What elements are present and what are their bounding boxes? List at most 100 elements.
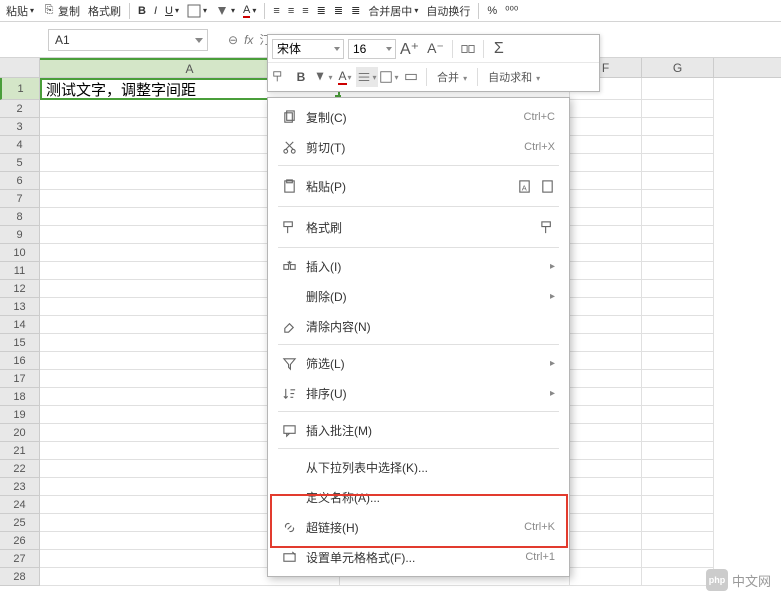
row-header[interactable]: 1 <box>0 78 40 100</box>
font-size-select[interactable]: 16 <box>348 39 396 59</box>
row-header[interactable]: 27 <box>0 550 40 568</box>
watermark: php 中文网 <box>706 569 771 591</box>
underline-button[interactable]: U▾ <box>163 5 181 17</box>
row-header[interactable]: 16 <box>0 352 40 370</box>
font-color-button[interactable]: A▾ <box>241 4 258 18</box>
row-headers: 1 2 3 4 5 6 7 8 9 10 11 12 13 14 15 16 1… <box>0 78 40 586</box>
scissors-icon <box>278 140 300 155</box>
menu-insert-comment[interactable]: 插入批注(M) <box>268 415 569 445</box>
border-mini-button[interactable] <box>378 67 400 87</box>
divider <box>477 68 478 86</box>
format-painter-mini-button[interactable] <box>268 67 290 87</box>
row-header[interactable]: 28 <box>0 568 40 586</box>
row-header[interactable]: 13 <box>0 298 40 316</box>
row-header[interactable]: 24 <box>0 496 40 514</box>
menu-label: 格式刷 <box>306 219 540 236</box>
mini-format-toolbar: 宋体 16 A⁺ A⁻ Σ B A <box>267 34 600 92</box>
cell-reference-box[interactable]: A1 <box>48 29 208 51</box>
row-header[interactable]: 2 <box>0 100 40 118</box>
align-left-button[interactable]: ≡ <box>271 5 281 17</box>
format-painter-option[interactable] <box>540 220 555 235</box>
row-header[interactable]: 22 <box>0 460 40 478</box>
merge-icon[interactable] <box>457 39 479 59</box>
row-header[interactable]: 8 <box>0 208 40 226</box>
format-painter-button[interactable]: 格式刷 <box>86 3 123 19</box>
menu-copy[interactable]: 复制(C) Ctrl+C <box>268 102 569 132</box>
fill-color-mini-button[interactable] <box>312 67 334 87</box>
menu-paste[interactable]: 粘贴(P) A <box>268 169 569 203</box>
comment-icon <box>278 423 300 438</box>
percent-button[interactable]: % <box>485 5 499 17</box>
row-header[interactable]: 14 <box>0 316 40 334</box>
font-color-mini-button[interactable]: A <box>334 67 356 87</box>
fx-icon[interactable]: fx <box>244 33 253 47</box>
menu-insert[interactable]: 插入(I) ▸ <box>268 251 569 281</box>
menu-pick-from-list[interactable]: 从下拉列表中选择(K)... <box>268 452 569 482</box>
align-mini-button[interactable] <box>356 67 378 87</box>
align-right-button[interactable]: ≡ <box>300 5 310 17</box>
column-header-g[interactable]: G <box>642 58 714 77</box>
row-header[interactable]: 17 <box>0 370 40 388</box>
row-header[interactable]: 6 <box>0 172 40 190</box>
menu-clear[interactable]: 清除内容(N) <box>268 311 569 341</box>
menu-label: 排序(U) <box>306 385 550 402</box>
row-header[interactable]: 10 <box>0 244 40 262</box>
select-all-corner[interactable] <box>0 58 40 77</box>
row-header[interactable]: 26 <box>0 532 40 550</box>
menu-cut[interactable]: 剪切(T) Ctrl+X <box>268 132 569 162</box>
menu-shortcut: Ctrl+C <box>524 111 555 123</box>
row-header[interactable]: 21 <box>0 442 40 460</box>
align-top-button[interactable]: ≣ <box>315 4 328 17</box>
menu-delete[interactable]: 删除(D) ▸ <box>268 281 569 311</box>
bold-mini-button[interactable]: B <box>290 67 312 87</box>
bold-button[interactable]: B <box>136 5 148 17</box>
menu-define-name[interactable]: 定义名称(A)... <box>268 482 569 512</box>
paste-label: 粘贴 <box>6 3 28 19</box>
font-name-select[interactable]: 宋体 <box>272 39 344 59</box>
copy-icon <box>278 110 300 125</box>
menu-sort[interactable]: 排序(U) ▸ <box>268 378 569 408</box>
row-header[interactable]: 12 <box>0 280 40 298</box>
row-header[interactable]: 4 <box>0 136 40 154</box>
row-header[interactable]: 3 <box>0 118 40 136</box>
submenu-arrow-icon: ▸ <box>550 261 555 272</box>
row-header[interactable]: 15 <box>0 334 40 352</box>
paste-button[interactable]: 粘贴▾ <box>4 3 36 19</box>
align-bottom-button[interactable]: ≣ <box>349 4 362 17</box>
menu-filter[interactable]: 筛选(L) ▸ <box>268 348 569 378</box>
italic-button[interactable]: I <box>152 5 159 17</box>
autosum-icon[interactable]: Σ <box>488 39 510 59</box>
row-header[interactable]: 9 <box>0 226 40 244</box>
menu-format-cells[interactable]: 设置单元格格式(F)... Ctrl+1 <box>268 542 569 572</box>
align-middle-button[interactable]: ≣ <box>332 4 345 17</box>
row-header[interactable]: 18 <box>0 388 40 406</box>
row-header[interactable]: 23 <box>0 478 40 496</box>
filter-icon <box>278 356 300 371</box>
increase-font-button[interactable]: A⁺ <box>396 39 423 59</box>
row-header[interactable]: 5 <box>0 154 40 172</box>
merge-mini-button[interactable]: 合并 <box>431 69 473 85</box>
menu-hyperlink[interactable]: 超链接(H) Ctrl+K <box>268 512 569 542</box>
autosum-mini-button[interactable]: 自动求和 <box>482 69 546 85</box>
paste-options[interactable]: A <box>517 179 555 194</box>
row-header[interactable]: 11 <box>0 262 40 280</box>
divider <box>483 40 484 58</box>
menu-shortcut: Ctrl+K <box>524 521 555 533</box>
row-header[interactable]: 7 <box>0 190 40 208</box>
submenu-arrow-icon: ▸ <box>550 388 555 399</box>
copy-button[interactable]: ⎘ 复制 <box>40 3 82 19</box>
zoom-out-icon[interactable]: ⊖ <box>228 33 238 47</box>
border-button[interactable]: ▾ <box>185 4 209 18</box>
decrease-font-button[interactable]: A⁻ <box>423 40 448 57</box>
align-center-button[interactable]: ≡ <box>286 5 296 17</box>
watermark-text: 中文网 <box>732 571 771 590</box>
fill-color-button[interactable]: ▾ <box>213 4 237 18</box>
menu-format-painter[interactable]: 格式刷 <box>268 210 569 244</box>
merge-center-button[interactable]: 合并居中▾ <box>366 3 420 19</box>
row-header[interactable]: 20 <box>0 424 40 442</box>
row-header[interactable]: 19 <box>0 406 40 424</box>
wrap-text-button[interactable]: 自动换行 <box>424 3 472 19</box>
comma-button[interactable]: ⁰⁰⁰ <box>503 4 520 17</box>
cell-style-mini-button[interactable] <box>400 67 422 87</box>
row-header[interactable]: 25 <box>0 514 40 532</box>
